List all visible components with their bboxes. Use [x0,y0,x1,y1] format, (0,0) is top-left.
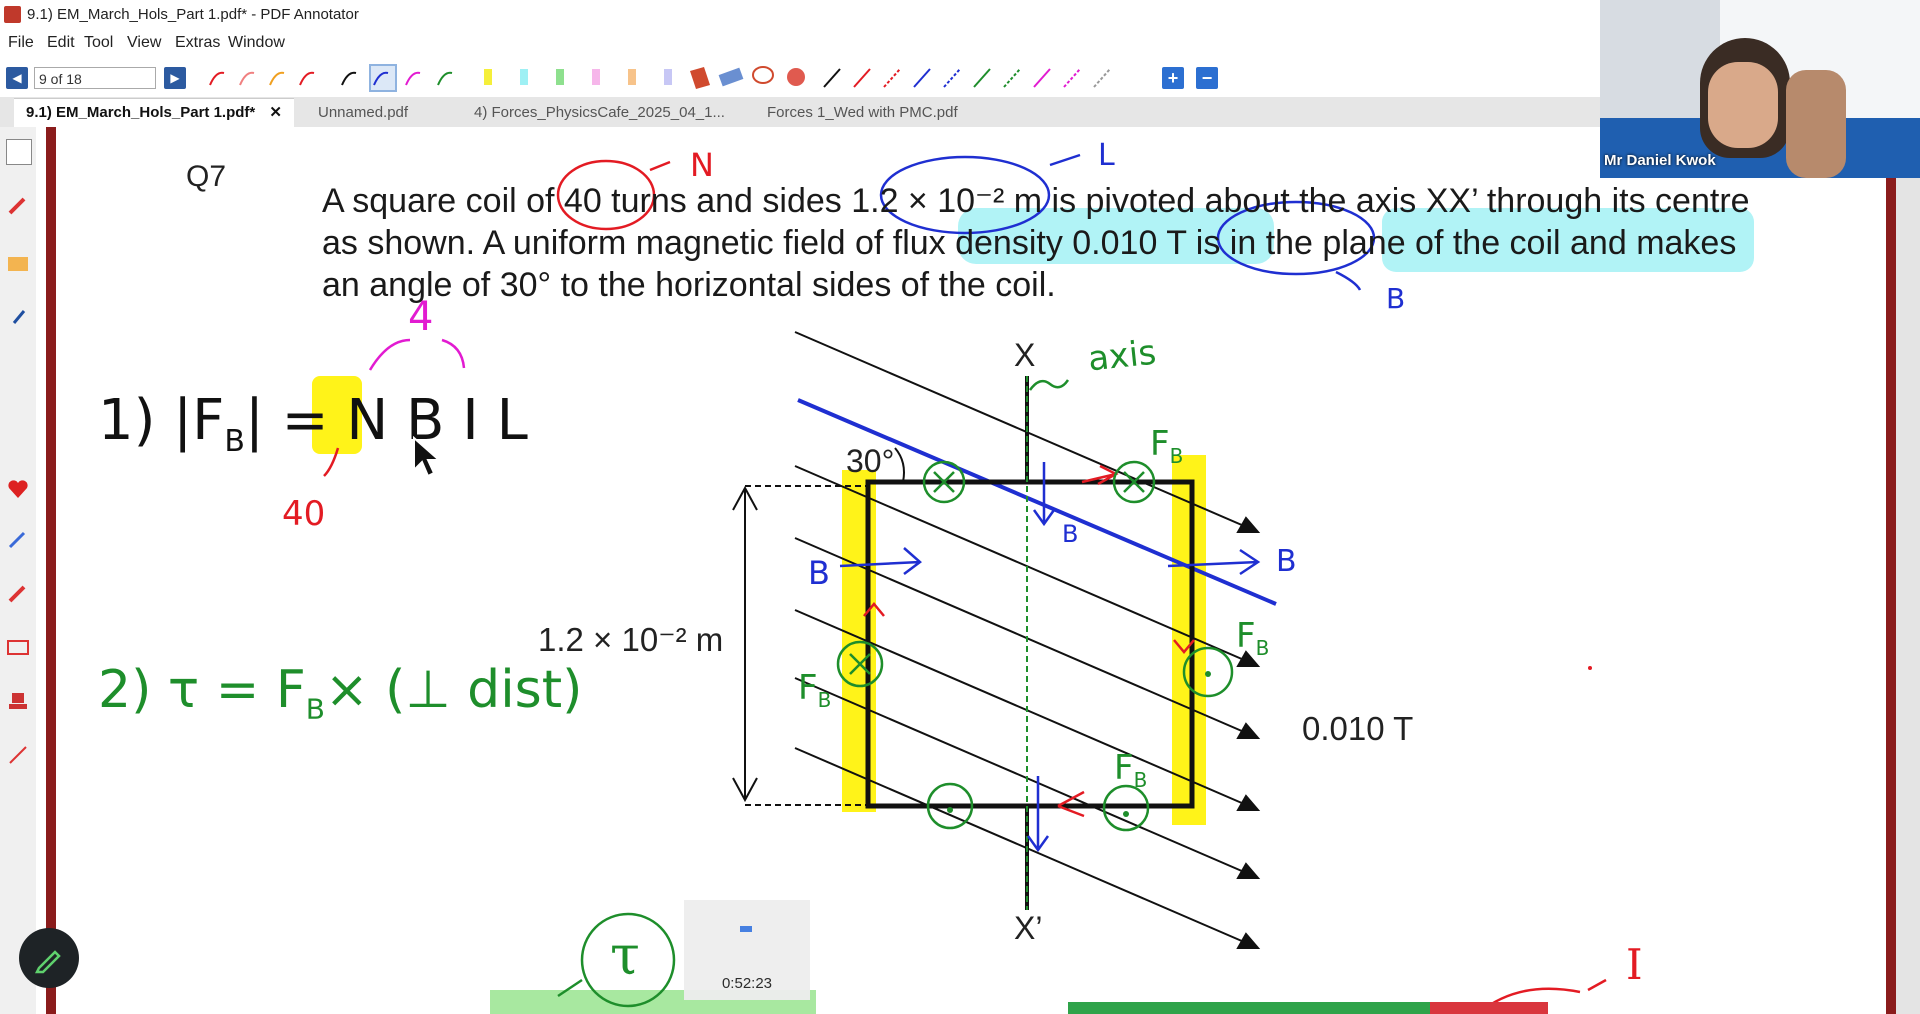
fb-sub: B [1169,443,1184,468]
yellow-highlight-right-side [1172,455,1206,825]
handwritten-fb-left: FB [798,668,831,712]
handwritten-n: N [690,146,714,184]
handwritten-b-left: B [808,554,830,592]
angle-label: 30° [846,443,895,479]
mouse-cursor-icon [413,436,442,478]
green-dot-bottom-left-center [947,807,953,813]
blue-dash-l [1049,153,1081,167]
green-dot-right-center [1205,671,1211,677]
fb-sub: B [1255,635,1270,660]
axis-label-x: X [1014,337,1036,373]
handwritten-fb-top-right: FB [1150,424,1183,468]
handwritten-40: 40 [282,494,326,534]
floating-pen-button[interactable] [19,928,79,988]
equation-force-sub: B [224,424,245,460]
fb-sub: B [817,687,832,712]
blue-arrow-down-top [1032,462,1056,527]
angle-arc [894,447,905,483]
side-length-label: 1.2 × 10⁻² m [538,621,724,658]
equation-torque-sub: B [305,692,325,726]
axis-label-x-prime: X’ [1014,910,1043,946]
arrow-head-5 [1236,862,1261,879]
equation-torque-part1: 2) τ = F [98,660,306,720]
equation-force-part1: 1) |F [98,388,225,453]
video-timestamp: 0:52:23 [721,975,773,992]
pen-icon [34,950,61,974]
handwritten-b-top: B [1386,282,1406,315]
webcam-participant-name: Mr Daniel Kwok [1604,152,1716,169]
handwritten-b-axis: B [1062,520,1079,548]
equation-torque-part2: × (⊥ dist) [324,660,583,720]
handwritten-fb-bottom: FB [1114,748,1147,792]
red-dot [1588,666,1592,670]
equation-torque: 2) τ = FB× (⊥ dist) [98,660,582,725]
magenta-bracket [368,338,466,371]
equation-force-part2: | = N B I L [244,388,528,453]
video-progress-marker [740,926,752,932]
fb-label: F [1150,424,1170,464]
equation-force: 1) |FB| = N B I L [98,388,528,459]
handwritten-l: L [1098,138,1115,173]
question-text: A square coil of 40 turns and sides 1.2 … [322,182,1750,304]
arrow-head-4 [1236,794,1261,811]
presenter-face [1708,62,1778,148]
red-dash-i [1587,978,1607,992]
handwritten-axis: axis [1086,332,1159,380]
fb-sub: B [1133,767,1148,792]
field-strength-label: 0.010 T [1302,710,1414,747]
handwritten-i: I [1626,940,1643,989]
chair-back [1786,70,1846,178]
video-time-overlay[interactable]: 0:52:23 [684,900,810,1000]
red-dash-n [649,160,671,172]
green-dot-bottom-right-center [1123,811,1129,817]
fb-label: F [1114,748,1134,788]
green-axis-wave [1028,379,1070,391]
bottom-status-bar-red [1430,1002,1548,1014]
fb-label: F [1236,616,1256,656]
blue-arrow-down-bottom [1026,776,1050,853]
handwritten-4: 4 [408,294,434,340]
arrow-head-3 [1236,722,1261,739]
handwritten-fb-right: FB [1236,616,1269,660]
fb-label: F [798,668,818,708]
arrow-head-6 [1236,932,1261,949]
handwritten-b-right: B [1276,544,1297,579]
arrow-head-1 [1236,516,1261,533]
handwritten-tau: τ [610,924,640,987]
